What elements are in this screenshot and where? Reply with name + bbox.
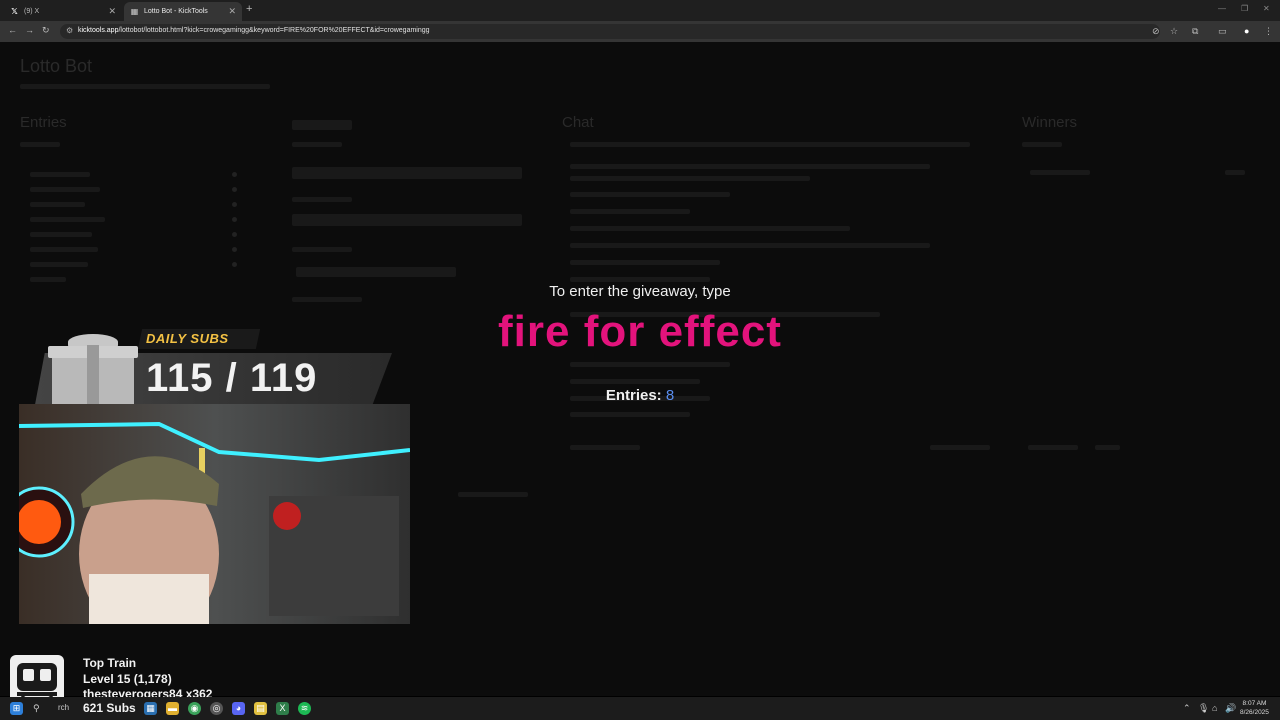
daily-subs-label: DAILY SUBS: [146, 331, 229, 346]
winners-column-heading: Winners: [1022, 114, 1078, 131]
chat-column-heading: Chat: [562, 114, 594, 131]
tab-x[interactable]: 𝕏 (9) X ✕: [4, 2, 122, 21]
browser-tab-bar: 𝕏 (9) X ✕ ▦ Lotto Bot - KickTools ✕ + — …: [0, 0, 1280, 21]
clock-date: 8/26/2025: [1240, 709, 1269, 716]
search-icon[interactable]: ⚲: [33, 703, 40, 714]
discord-icon[interactable]: ◕: [232, 702, 245, 715]
back-icon[interactable]: ←: [8, 25, 17, 35]
tray-overflow-icon[interactable]: ⌃: [1183, 703, 1191, 714]
file-explorer-icon[interactable]: ▬: [166, 702, 179, 715]
tab-label: (9) X: [24, 8, 40, 15]
profile-avatar-icon[interactable]: ●: [1244, 26, 1249, 36]
browser-toolbar: ← → ↻ ⚙ kicktools.app/lottobot/lottobot.…: [0, 21, 1280, 42]
network-icon[interactable]: ⌂: [1212, 703, 1217, 713]
entries-count: 8: [665, 387, 675, 404]
entries-column-heading: Entries: [20, 114, 67, 131]
giveaway-keyword: fire for effect: [498, 307, 782, 356]
clock-time: 8:07 AM: [1242, 700, 1267, 707]
browser-menu-icon[interactable]: ⋮: [1264, 26, 1273, 37]
maximize-button[interactable]: ❐: [1241, 4, 1248, 13]
extensions-icon[interactable]: ⧉: [1192, 26, 1198, 37]
tab-label: Lotto Bot - KickTools: [144, 8, 208, 15]
system-clock[interactable]: 8:07 AM 8/26/2025: [1240, 699, 1269, 717]
webcam-image: [19, 404, 410, 624]
entries-label: Entries:: [605, 387, 662, 404]
tab-lotto-bot[interactable]: ▦ Lotto Bot - KickTools ✕: [124, 2, 242, 21]
x-logo-icon: 𝕏: [11, 7, 18, 16]
kicktools-icon: ▦: [130, 7, 139, 16]
side-panel-icon[interactable]: ▭: [1218, 26, 1227, 37]
top-train-level: Level 15 (1,178): [83, 672, 172, 686]
chrome-icon[interactable]: ◉: [188, 702, 201, 715]
webcam-feed: [19, 404, 410, 624]
new-tab-button[interactable]: +: [246, 3, 252, 15]
taskbar-search-text[interactable]: rch: [58, 703, 69, 712]
microphone-icon[interactable]: 🎙: [1198, 703, 1209, 714]
widgets-icon[interactable]: ▦: [144, 702, 157, 715]
spotify-icon[interactable]: ≋: [298, 702, 311, 715]
bookmark-star-icon[interactable]: ☆: [1170, 26, 1178, 37]
top-train-subs: 621 Subs: [83, 701, 136, 715]
minimize-button[interactable]: —: [1218, 4, 1226, 13]
top-train-title: Top Train: [83, 656, 137, 670]
window-close-button[interactable]: ✕: [1263, 4, 1270, 13]
page-title: Lotto Bot: [20, 56, 93, 76]
forward-icon[interactable]: →: [25, 25, 34, 35]
obs-icon[interactable]: ◎: [210, 702, 223, 715]
excel-icon[interactable]: X: [276, 702, 289, 715]
giveaway-prompt: To enter the giveaway, type: [549, 283, 731, 300]
close-tab-icon[interactable]: ✕: [108, 6, 116, 17]
reload-icon[interactable]: ↻: [42, 25, 50, 36]
volume-icon[interactable]: 🔊: [1225, 703, 1236, 714]
start-icon[interactable]: ⊞: [10, 702, 23, 715]
daily-subs-count: 115 / 119: [146, 356, 318, 400]
camera-blocked-icon[interactable]: ⊘: [1152, 26, 1160, 37]
close-tab-icon[interactable]: ✕: [228, 6, 236, 17]
address-bar[interactable]: ⚙ kicktools.app/lottobot/lottobot.html?k…: [60, 24, 1178, 39]
url-text: kicktools.app/lottobot/lottobot.html?kic…: [78, 27, 430, 34]
site-info-icon[interactable]: ⚙: [66, 26, 73, 35]
notes-icon[interactable]: ▤: [254, 702, 267, 715]
entries-counter: Entries: 8: [540, 387, 740, 404]
